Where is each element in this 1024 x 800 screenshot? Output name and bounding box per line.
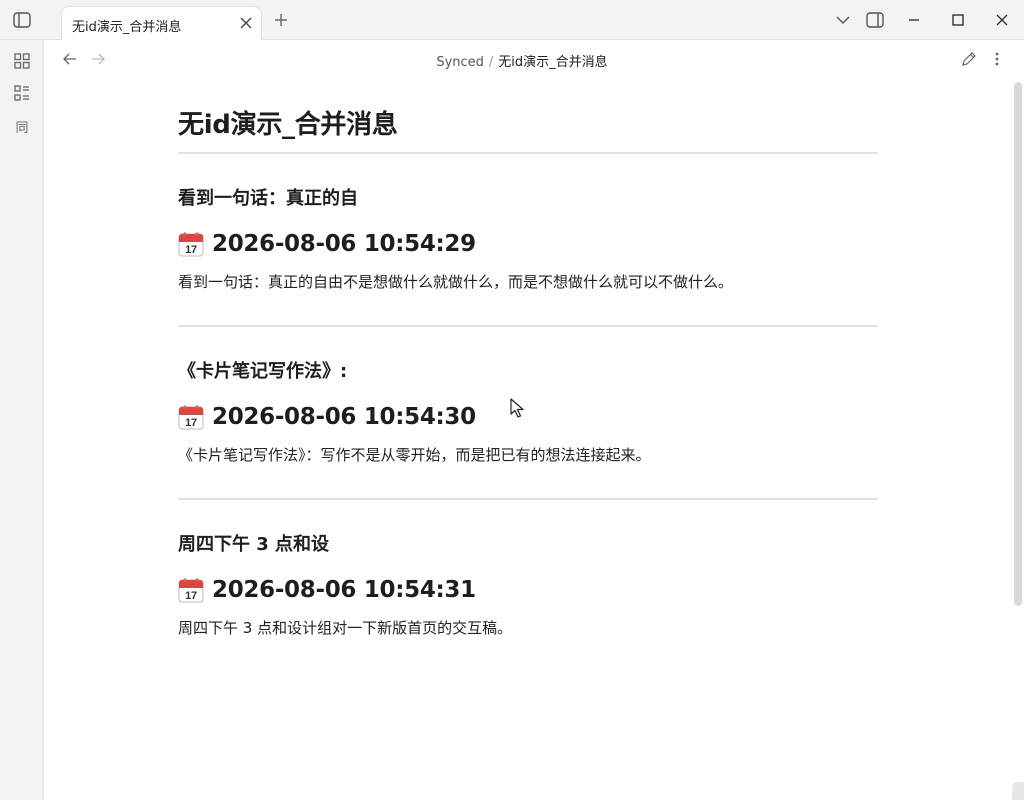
entry-date: 17 2026-08-06 10:54:29 [178,228,878,260]
mouse-cursor-icon [510,398,524,418]
entry-body: 看到一句话：真正的自由不是想做什么就做什么，而是不想做什么就可以不做什么。 [178,273,734,291]
forward-arrow-icon[interactable] [89,50,107,68]
more-options-icon[interactable] [988,50,1006,68]
note-content[interactable]: 无id演示_合并消息 看到一句话：真正的自 17 2026-08-06 10:5… [178,100,878,640]
note-entry: 看到一句话：真正的自 17 2026-08-06 10:54:29 看到一句话：… [178,154,878,327]
entry-heading: 看到一句话：真正的自 [178,188,358,209]
entry-heading: 周四下午 3 点和设 [178,534,330,555]
svg-text:17: 17 [185,244,197,256]
svg-text:17: 17 [185,590,197,602]
entry-date: 17 2026-08-06 10:54:30 [178,401,878,433]
entry-date: 17 2026-08-06 10:54:31 [178,574,878,606]
new-tab-icon[interactable] [271,10,291,30]
entry-body: 周四下午 3 点和设计组对一下新版首页的交互稿。 [178,619,513,637]
vertical-scrollbar[interactable] [1014,82,1022,606]
breadcrumb: Synced / 无id演示_合并消息 [0,51,1024,70]
calendar-icon: 17 [178,404,204,430]
entry-body: 《卡片笔记写作法》：写作不是从零开始，而是把已有的想法连接起来。 [178,446,651,464]
back-arrow-icon[interactable] [61,50,79,68]
sidebar-toggle-icon[interactable] [11,9,33,31]
sync-button[interactable]: 同 [12,116,32,136]
breadcrumb-folder[interactable]: Synced [436,55,484,70]
resize-corner [1012,782,1024,800]
svg-text:17: 17 [185,417,197,429]
edit-pencil-icon[interactable] [960,50,978,68]
note-entry: 《卡片笔记写作法》: 17 2026-08-06 10:54:30 《卡片笔记写… [178,327,878,500]
close-tab-icon[interactable] [237,14,255,32]
entry-date-text: 2026-08-06 10:54:31 [212,577,476,603]
close-window-icon[interactable] [991,9,1013,31]
page-title: 无id演示_合并消息 [178,100,878,154]
tab-title: 无id演示_合并消息 [72,20,182,35]
breadcrumb-separator: / [488,55,494,70]
list-view-icon[interactable] [12,83,32,103]
navigation-bar: Synced / 无id演示_合并消息 [44,40,1024,78]
left-ribbon: 同 [0,40,44,800]
maximize-icon[interactable] [947,9,969,31]
title-bar: 无id演示_合并消息 [0,0,1024,41]
breadcrumb-current[interactable]: 无id演示_合并消息 [498,55,607,70]
right-sidebar-toggle-icon[interactable] [864,9,886,31]
calendar-icon: 17 [178,231,204,257]
chevron-down-icon[interactable] [832,9,854,31]
minimize-icon[interactable] [903,9,925,31]
sync-label: 同 [15,120,29,136]
note-entry: 周四下午 3 点和设 17 2026-08-06 10:54:31 周四下午 3… [178,500,878,640]
calendar-icon: 17 [178,577,204,603]
tab-active-note[interactable]: 无id演示_合并消息 [61,6,262,41]
entry-date-text: 2026-08-06 10:54:30 [212,404,476,430]
entry-heading: 《卡片笔记写作法》: [178,361,348,382]
entry-date-text: 2026-08-06 10:54:29 [212,231,476,257]
